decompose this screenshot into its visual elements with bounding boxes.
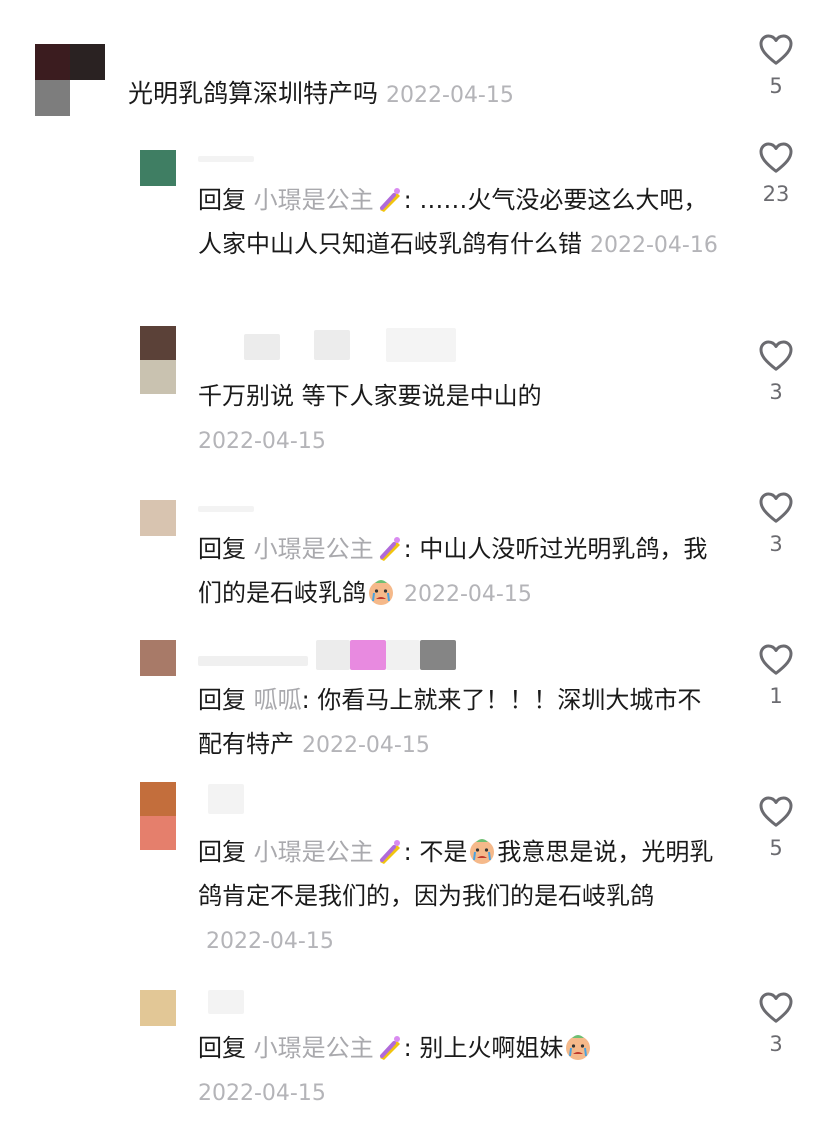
- reply-to-user[interactable]: 小璟是公主: [254, 838, 374, 866]
- comment-time: 2022-04-16: [590, 233, 718, 258]
- username-blurred: [198, 506, 254, 512]
- username-blurred: [420, 640, 456, 670]
- like-button[interactable]: 23: [744, 140, 808, 206]
- comment-text: 回复 小璟是公主: ……火气没必要这么大吧，人家中山人只知道石岐乳鸽有什么错 20…: [198, 186, 718, 258]
- comment-time: 2022-04-15: [404, 582, 532, 607]
- avatar[interactable]: [140, 500, 176, 536]
- like-count: 1: [769, 684, 783, 708]
- heart-outline-icon: [759, 992, 793, 1023]
- heart-outline-icon: [759, 492, 793, 523]
- username-blurred: [198, 656, 308, 666]
- like-button[interactable]: 5: [744, 32, 808, 98]
- comment-text: 回复 小璟是公主: 别上火啊姐妹: [198, 1026, 718, 1070]
- avatar[interactable]: [140, 150, 176, 186]
- like-count: 3: [769, 532, 783, 556]
- like-button[interactable]: 1: [744, 642, 808, 708]
- like-count: 3: [769, 1032, 783, 1056]
- comment-time: 2022-04-15: [386, 83, 514, 108]
- comment-time: 2022-04-15: [206, 929, 334, 954]
- crying-face-emoji: [566, 1035, 591, 1060]
- like-count: 3: [769, 380, 783, 404]
- username-blurred: [244, 334, 280, 360]
- username-blurred: [208, 990, 244, 1014]
- heart-outline-icon: [759, 142, 793, 173]
- username-blurred: [386, 640, 420, 670]
- username-blurred: [316, 640, 350, 670]
- like-button[interactable]: 3: [744, 338, 808, 404]
- crying-face-emoji: [470, 839, 495, 864]
- like-count: 23: [762, 182, 790, 206]
- reply-to-user[interactable]: 小璟是公主: [254, 535, 374, 563]
- comment-text: 千万别说 等下人家要说是中山的: [198, 382, 542, 410]
- heart-outline-icon: [759, 340, 793, 371]
- nail-polish-emoji: [379, 840, 400, 864]
- crying-face-emoji: [369, 580, 393, 605]
- username-blurred: [350, 640, 386, 670]
- reply-to-user[interactable]: 小璟是公主: [254, 1034, 374, 1062]
- comment-time: 2022-04-15: [198, 429, 326, 454]
- comment-time: 2022-04-15: [302, 733, 430, 758]
- avatar[interactable]: [140, 326, 176, 394]
- reply-to-user[interactable]: 呱呱: [254, 686, 302, 714]
- nail-polish-emoji: [379, 537, 400, 561]
- like-count: 5: [769, 74, 783, 98]
- comment-text: 回复 呱呱: 你看马上就来了！！！深圳大城市不配有特产 2022-04-15: [198, 686, 702, 758]
- avatar[interactable]: [140, 640, 176, 676]
- username-blurred: [386, 328, 456, 362]
- comment-time: 2022-04-15: [198, 1081, 326, 1106]
- avatar[interactable]: [35, 44, 105, 116]
- avatar[interactable]: [140, 782, 176, 850]
- nail-polish-emoji: [379, 1036, 400, 1060]
- like-button[interactable]: 3: [744, 490, 808, 556]
- comment-text: 回复 小璟是公主: 不是 我意思是说，光明乳鸽肯定不是我们的，因为我们的是石岐乳鸽…: [198, 838, 714, 954]
- like-count: 5: [769, 836, 783, 860]
- username-blurred: [314, 330, 350, 360]
- nail-polish-emoji: [379, 188, 400, 212]
- reply-to-user[interactable]: 小璟是公主: [254, 186, 374, 214]
- comment-text: 光明乳鸽算深圳特产吗 2022-04-15: [128, 79, 514, 108]
- heart-outline-icon: [759, 34, 793, 65]
- like-button[interactable]: 3: [744, 990, 808, 1056]
- username-blurred: [198, 156, 254, 162]
- heart-outline-icon: [759, 796, 793, 827]
- heart-outline-icon: [759, 644, 793, 675]
- username-blurred: [208, 784, 244, 814]
- avatar[interactable]: [140, 990, 176, 1026]
- comment-text: 回复 小璟是公主: 中山人没听过光明乳鸽，我们的是石岐乳鸽 2022-04-15: [198, 535, 708, 607]
- like-button[interactable]: 5: [744, 794, 808, 860]
